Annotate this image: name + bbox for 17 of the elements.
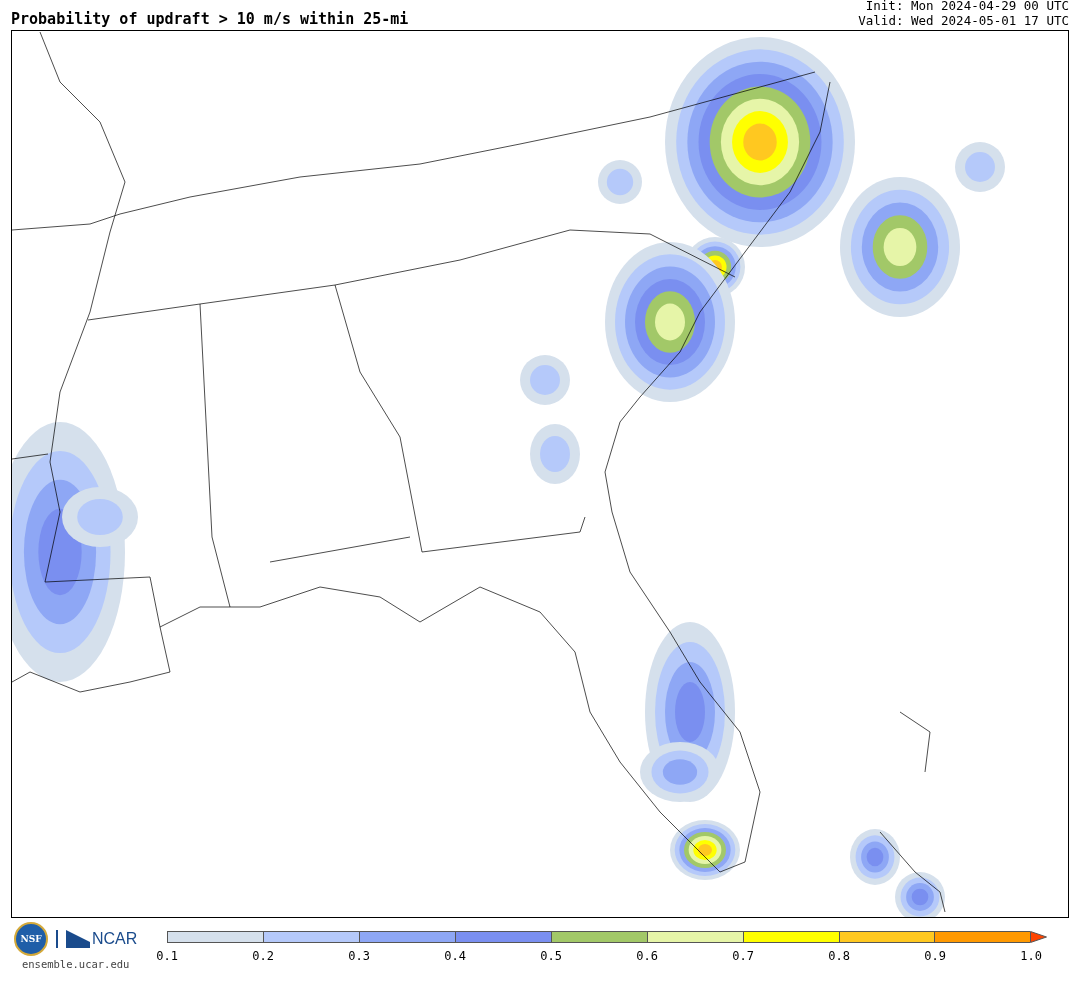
colorbar-tick-label: 0.3 <box>348 949 372 963</box>
map-title: Probability of updraft > 10 m/s within 25-mi <box>11 10 409 28</box>
ncar-text: NCAR <box>92 930 138 948</box>
colorbar-tick-label: 0.4 <box>444 949 468 963</box>
colorbar-tick-label: 1.0 <box>1020 949 1044 963</box>
colorbar-tick-label: 0.2 <box>252 949 276 963</box>
site-url: ensemble.ucar.edu <box>21 958 130 970</box>
colorbar-tick-label: 0.7 <box>732 949 756 963</box>
colorbar-tick-label: 0.8 <box>828 949 852 963</box>
init-time: Init: Mon 2024-04-29 00 UTC <box>865 0 1069 13</box>
nsf-logo: NSF <box>14 922 48 956</box>
colorbar-tick-label: 0.5 <box>540 949 564 963</box>
colorbar-tick-label: 0.6 <box>636 949 660 963</box>
flag-icon <box>66 930 90 948</box>
colorbar-tick-label: 0.1 <box>156 949 180 963</box>
valid-time: Valid: Wed 2024-05-01 17 UTC <box>858 13 1069 28</box>
colorbar-tick-label: 0.9 <box>924 949 948 963</box>
